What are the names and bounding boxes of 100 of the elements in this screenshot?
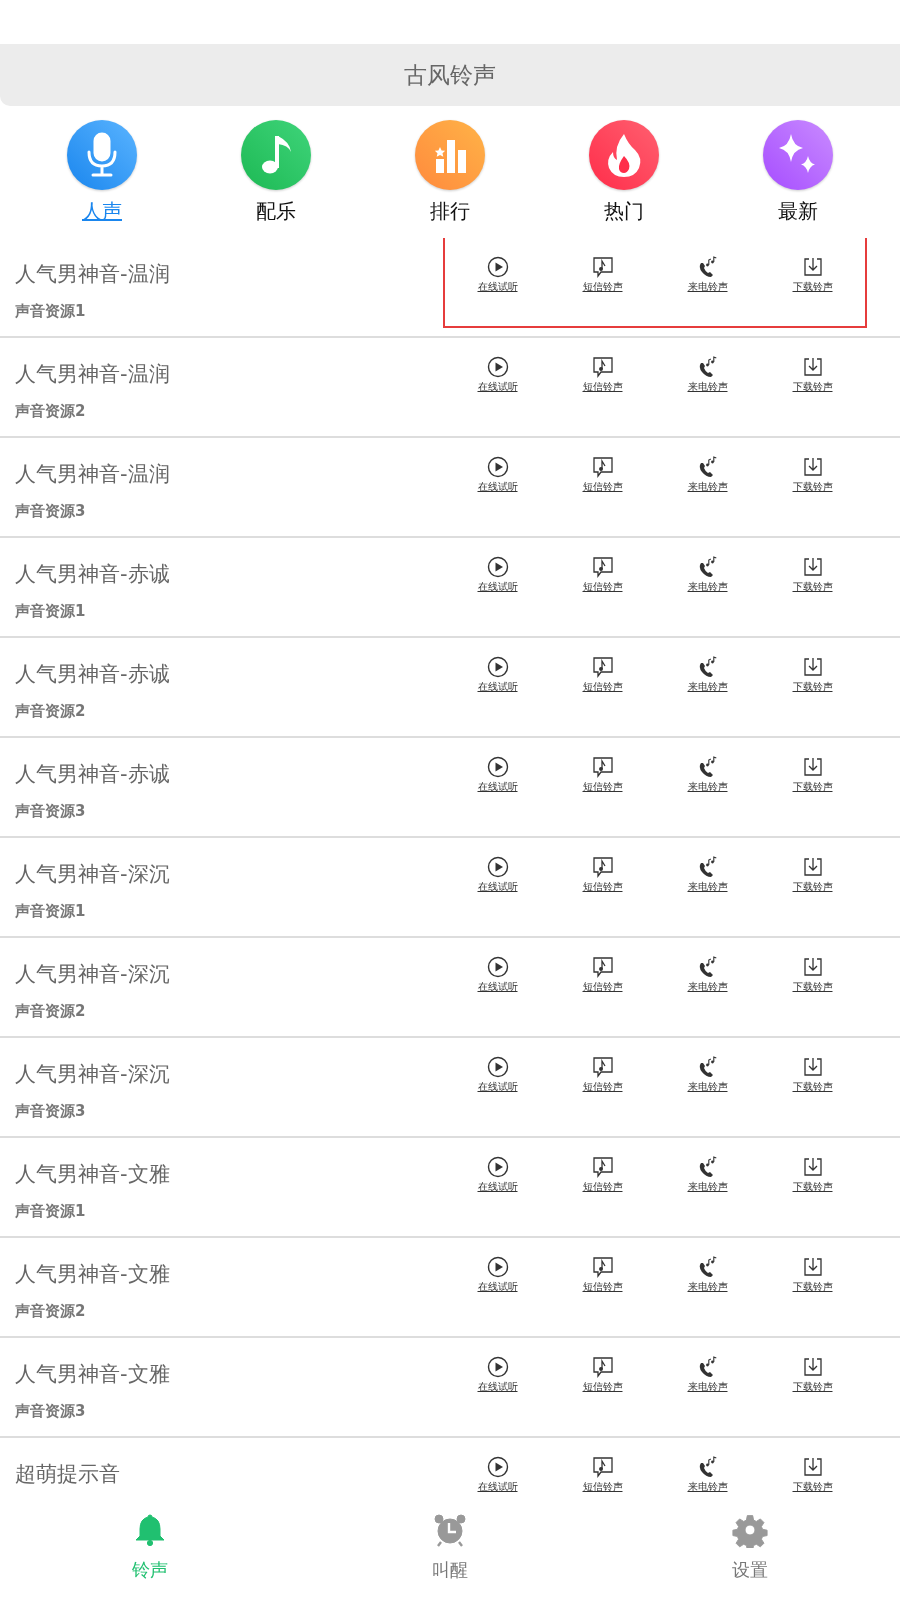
download-icon <box>801 1456 824 1478</box>
download-icon <box>801 1256 824 1278</box>
category-tab[interactable]: 热门 <box>537 120 711 238</box>
download-link[interactable]: 下载铃声 <box>760 456 865 498</box>
download-link[interactable]: 下载铃声 <box>760 956 865 998</box>
download-link[interactable]: 下载铃声 <box>760 756 865 798</box>
download-icon <box>801 1156 824 1178</box>
sms-link[interactable]: 短信铃声 <box>550 1456 655 1498</box>
nav-tab[interactable]: 叫醒 <box>300 1512 600 1600</box>
download-icon <box>801 1056 824 1078</box>
sms-link[interactable]: 短信铃声 <box>550 1256 655 1298</box>
sparkle-category-icon <box>763 120 833 190</box>
ringtone-source: 声音资源1 <box>15 302 87 321</box>
call-link[interactable]: 来电铃声 <box>655 956 760 998</box>
ringtone-title: 人气男神音-文雅 <box>15 1261 171 1288</box>
download-link[interactable]: 下载铃声 <box>760 1056 865 1098</box>
ringtone-source: 声音资源3 <box>15 802 87 821</box>
download-link[interactable]: 下载铃声 <box>760 1356 865 1398</box>
ringtone-title: 人气男神音-深沉 <box>15 861 171 888</box>
sms-link[interactable]: 短信铃声 <box>550 356 655 398</box>
download-link[interactable]: 下载铃声 <box>760 356 865 398</box>
category-tab[interactable]: 人声 <box>15 120 189 238</box>
ringtone-title: 人气男神音-文雅 <box>15 1161 171 1188</box>
sms-link[interactable]: 短信铃声 <box>550 1156 655 1198</box>
page-title: 古风铃声 <box>404 60 496 90</box>
ringtone-title: 超萌提示音 <box>15 1461 121 1488</box>
play-icon <box>486 556 509 578</box>
play-link[interactable]: 在线试听 <box>445 756 550 798</box>
ringtone-title: 人气男神音-温润 <box>15 461 171 488</box>
download-link[interactable]: 下载铃声 <box>760 1256 865 1298</box>
call-link[interactable]: 来电铃声 <box>655 556 760 598</box>
download-icon <box>801 656 824 678</box>
sms-link[interactable]: 短信铃声 <box>550 456 655 498</box>
play-icon <box>486 756 509 778</box>
ringtone-title: 人气男神音-赤诚 <box>15 761 171 788</box>
nav-tab[interactable]: 设置 <box>600 1512 900 1600</box>
play-icon <box>486 1156 509 1178</box>
call-link[interactable]: 来电铃声 <box>655 1156 760 1198</box>
category-tab[interactable]: 最新 <box>711 120 885 238</box>
call-link[interactable]: 来电铃声 <box>655 1256 760 1298</box>
download-link[interactable]: 下载铃声 <box>760 856 865 898</box>
play-icon <box>486 956 509 978</box>
play-link[interactable]: 在线试听 <box>445 1156 550 1198</box>
download-icon <box>801 556 824 578</box>
play-link[interactable]: 在线试听 <box>445 456 550 498</box>
message-note-icon <box>591 1056 614 1078</box>
download-icon <box>801 356 824 378</box>
mic-category-icon <box>67 120 137 190</box>
message-note-icon <box>591 1256 614 1278</box>
download-icon <box>801 856 824 878</box>
sms-link[interactable]: 短信铃声 <box>550 556 655 598</box>
ringtone-title: 人气男神音-温润 <box>15 361 171 388</box>
call-link[interactable]: 来电铃声 <box>655 856 760 898</box>
play-icon <box>486 1356 509 1378</box>
play-link[interactable]: 在线试听 <box>445 1456 550 1498</box>
play-icon <box>486 1056 509 1078</box>
call-link[interactable]: 来电铃声 <box>655 1456 760 1498</box>
play-link[interactable]: 在线试听 <box>445 1356 550 1398</box>
call-link[interactable]: 来电铃声 <box>655 256 760 298</box>
play-link[interactable]: 在线试听 <box>445 356 550 398</box>
sms-link[interactable]: 短信铃声 <box>550 856 655 898</box>
play-link[interactable]: 在线试听 <box>445 256 550 298</box>
ringtone-title: 人气男神音-温润 <box>15 261 171 288</box>
play-link[interactable]: 在线试听 <box>445 656 550 698</box>
ringtone-source: 声音资源3 <box>15 1402 87 1421</box>
message-note-icon <box>591 256 614 278</box>
sms-link[interactable]: 短信铃声 <box>550 1056 655 1098</box>
message-note-icon <box>591 856 614 878</box>
play-link[interactable]: 在线试听 <box>445 556 550 598</box>
ringtone-source: 声音资源3 <box>15 1102 87 1121</box>
download-link[interactable]: 下载铃声 <box>760 256 865 298</box>
play-link[interactable]: 在线试听 <box>445 856 550 898</box>
play-icon <box>486 1256 509 1278</box>
call-link[interactable]: 来电铃声 <box>655 656 760 698</box>
ringtone-source: 声音资源3 <box>15 502 87 521</box>
play-link[interactable]: 在线试听 <box>445 956 550 998</box>
message-note-icon <box>591 356 614 378</box>
sms-link[interactable]: 短信铃声 <box>550 656 655 698</box>
play-icon <box>486 856 509 878</box>
call-link[interactable]: 来电铃声 <box>655 356 760 398</box>
download-icon <box>801 256 824 278</box>
call-link[interactable]: 来电铃声 <box>655 1356 760 1398</box>
call-link[interactable]: 来电铃声 <box>655 756 760 798</box>
call-link[interactable]: 来电铃声 <box>655 456 760 498</box>
sms-link[interactable]: 短信铃声 <box>550 956 655 998</box>
sms-link[interactable]: 短信铃声 <box>550 256 655 298</box>
download-link[interactable]: 下载铃声 <box>760 1456 865 1498</box>
call-link[interactable]: 来电铃声 <box>655 1056 760 1098</box>
sms-link[interactable]: 短信铃声 <box>550 1356 655 1398</box>
category-tab[interactable]: 排行 <box>363 120 537 238</box>
play-link[interactable]: 在线试听 <box>445 1256 550 1298</box>
ringtone-source: 声音资源1 <box>15 902 87 921</box>
category-tab[interactable]: 配乐 <box>189 120 363 238</box>
music-category-icon <box>241 120 311 190</box>
download-link[interactable]: 下载铃声 <box>760 556 865 598</box>
download-icon <box>801 756 824 778</box>
download-link[interactable]: 下载铃声 <box>760 1156 865 1198</box>
download-link[interactable]: 下载铃声 <box>760 656 865 698</box>
play-link[interactable]: 在线试听 <box>445 1056 550 1098</box>
sms-link[interactable]: 短信铃声 <box>550 756 655 798</box>
